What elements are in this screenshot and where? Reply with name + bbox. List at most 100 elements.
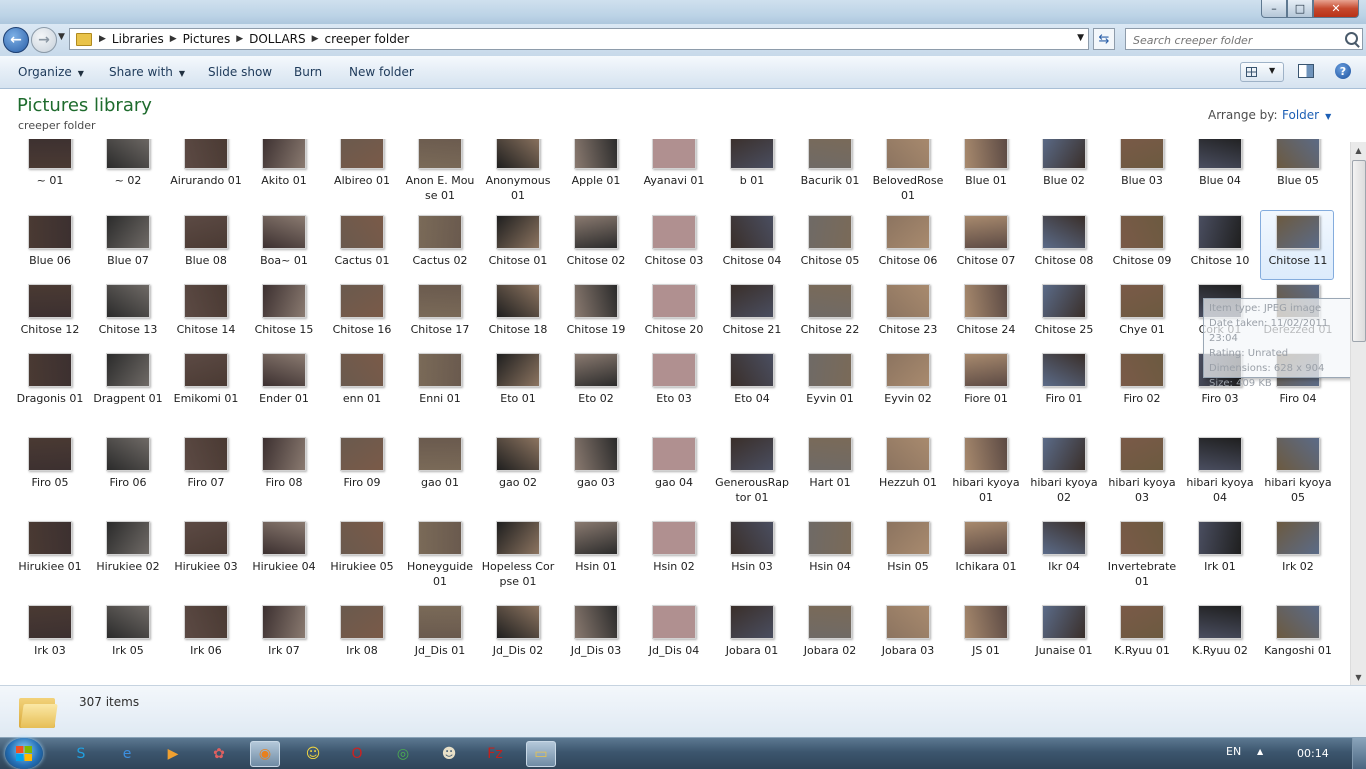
file-item[interactable]: JS 01 [947, 601, 1025, 685]
image-thumbnail[interactable] [886, 139, 930, 169]
image-thumbnail[interactable] [964, 215, 1008, 249]
image-thumbnail[interactable] [1276, 139, 1320, 169]
file-name[interactable]: Irk 05 [91, 643, 165, 658]
file-name[interactable]: hibari kyoya 05 [1261, 475, 1335, 505]
file-name[interactable]: Invertebrate 01 [1105, 559, 1179, 589]
file-name[interactable]: Jobara 02 [793, 643, 867, 658]
file-item[interactable]: Hezzuh 01 [869, 433, 947, 517]
file-item[interactable]: Eyvin 01 [791, 349, 869, 433]
file-name[interactable]: Jd_Dis 02 [481, 643, 555, 658]
image-thumbnail[interactable] [1042, 437, 1086, 471]
help-icon[interactable]: ? [1335, 63, 1351, 79]
image-thumbnail[interactable] [652, 521, 696, 555]
image-thumbnail[interactable] [730, 284, 774, 318]
file-name[interactable]: Hirukiee 04 [247, 559, 321, 574]
opera-icon[interactable]: O [342, 741, 372, 767]
image-thumbnail[interactable] [496, 521, 540, 555]
file-name[interactable]: Chitose 01 [481, 253, 555, 268]
file-item[interactable]: hibari kyoya 03 [1103, 433, 1181, 517]
file-item[interactable]: Irk 08 [323, 601, 401, 685]
file-item[interactable]: K.Ryuu 01 [1103, 601, 1181, 685]
file-item[interactable]: Irk 03 [11, 601, 89, 685]
file-item[interactable]: Chitose 22 [791, 280, 869, 349]
image-thumbnail[interactable] [730, 437, 774, 471]
file-name[interactable]: Chitose 18 [481, 322, 555, 337]
image-thumbnail[interactable] [106, 215, 150, 249]
file-name[interactable]: Hsin 05 [871, 559, 945, 574]
image-thumbnail[interactable] [262, 215, 306, 249]
image-thumbnail[interactable] [1198, 139, 1242, 169]
back-button[interactable]: ← [3, 27, 29, 53]
file-name[interactable]: Chitose 16 [325, 322, 399, 337]
image-thumbnail[interactable] [1120, 521, 1164, 555]
file-name[interactable]: Hirukiee 01 [13, 559, 87, 574]
image-thumbnail[interactable] [262, 521, 306, 555]
file-name[interactable]: Hsin 02 [637, 559, 711, 574]
file-name[interactable]: Ikr 04 [1027, 559, 1101, 574]
file-item[interactable]: Invertebrate 01 [1103, 517, 1181, 601]
file-item[interactable]: Hsin 01 [557, 517, 635, 601]
image-thumbnail[interactable] [418, 437, 462, 471]
image-thumbnail[interactable] [808, 605, 852, 639]
file-item[interactable]: Chitose 19 [557, 280, 635, 349]
image-thumbnail[interactable] [106, 521, 150, 555]
file-item[interactable]: Jd_Dis 03 [557, 601, 635, 685]
file-item[interactable]: Chitose 17 [401, 280, 479, 349]
file-name[interactable]: Chitose 04 [715, 253, 789, 268]
file-item[interactable]: Firo 02 [1103, 349, 1181, 433]
scrollbar-thumb[interactable] [1352, 160, 1366, 342]
image-thumbnail[interactable] [496, 437, 540, 471]
file-item[interactable]: gao 02 [479, 433, 557, 517]
image-thumbnail[interactable] [808, 139, 852, 169]
file-name[interactable]: Chitose 02 [559, 253, 633, 268]
file-name[interactable]: Blue 06 [13, 253, 87, 268]
image-thumbnail[interactable] [1198, 437, 1242, 471]
file-item[interactable]: Chitose 10 [1181, 211, 1259, 280]
file-item[interactable]: Eyvin 02 [869, 349, 947, 433]
image-thumbnail[interactable] [1120, 353, 1164, 387]
file-name[interactable]: Chitose 22 [793, 322, 867, 337]
file-item[interactable]: Chitose 09 [1103, 211, 1181, 280]
image-thumbnail[interactable] [1120, 139, 1164, 169]
file-item[interactable]: Hart 01 [791, 433, 869, 517]
file-name[interactable]: Irk 03 [13, 643, 87, 658]
show-hidden-icons[interactable]: ▲ [1257, 747, 1263, 756]
file-name[interactable]: Jobara 03 [871, 643, 945, 658]
file-item[interactable]: Chitose 24 [947, 280, 1025, 349]
file-item[interactable]: Chitose 16 [323, 280, 401, 349]
image-thumbnail[interactable] [652, 139, 696, 169]
file-item[interactable]: Ayanavi 01 [635, 139, 713, 211]
file-name[interactable]: Hsin 01 [559, 559, 633, 574]
file-name[interactable]: Blue 02 [1027, 173, 1101, 188]
file-name[interactable]: Firo 05 [13, 475, 87, 490]
image-thumbnail[interactable] [28, 437, 72, 471]
image-thumbnail[interactable] [652, 353, 696, 387]
file-item[interactable]: Firo 08 [245, 433, 323, 517]
image-thumbnail[interactable] [184, 215, 228, 249]
image-thumbnail[interactable] [262, 139, 306, 169]
file-name[interactable]: Firo 06 [91, 475, 165, 490]
file-name[interactable]: hibari kyoya 01 [949, 475, 1023, 505]
file-name[interactable]: ~ 02 [91, 173, 165, 188]
file-item[interactable]: Anon E. Mouse 01 [401, 139, 479, 211]
image-thumbnail[interactable] [964, 521, 1008, 555]
file-name[interactable]: Hart 01 [793, 475, 867, 490]
file-item[interactable]: Hsin 04 [791, 517, 869, 601]
image-thumbnail[interactable] [340, 437, 384, 471]
organize-button[interactable]: Organize ▼ [18, 65, 84, 79]
file-item[interactable]: Blue 01 [947, 139, 1025, 211]
image-thumbnail[interactable] [340, 139, 384, 169]
file-item[interactable]: Anonymous 01 [479, 139, 557, 211]
file-name[interactable]: Dragpent 01 [91, 391, 165, 406]
file-name[interactable]: Chitose 06 [871, 253, 945, 268]
chrome-icon[interactable]: ◎ [388, 741, 418, 767]
file-name[interactable]: Chye 01 [1105, 322, 1179, 337]
game-icon[interactable]: ☻ [434, 741, 464, 767]
file-name[interactable]: Eto 03 [637, 391, 711, 406]
file-name[interactable]: Jd_Dis 01 [403, 643, 477, 658]
image-thumbnail[interactable] [28, 605, 72, 639]
file-item[interactable]: Irk 05 [89, 601, 167, 685]
image-thumbnail[interactable] [886, 353, 930, 387]
image-thumbnail[interactable] [184, 139, 228, 169]
filezilla-icon[interactable]: Fz [480, 741, 510, 767]
